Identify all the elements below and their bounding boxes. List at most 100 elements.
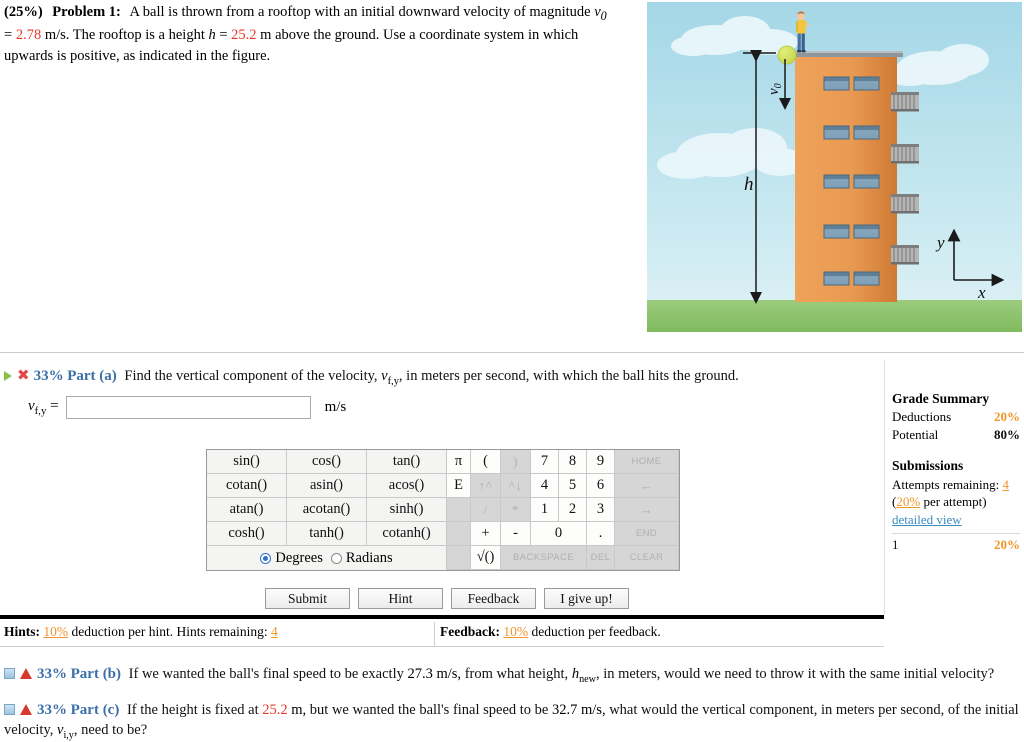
part-c-unit-ms: m/s, [581, 702, 606, 718]
keypad-fn-acos[interactable]: acos() [367, 474, 447, 498]
keypad-key-8[interactable]: 8 [559, 450, 587, 474]
v0-value: 2.78 [15, 27, 42, 44]
keypad-fn-asin[interactable]: asin() [287, 474, 367, 498]
keypad-key-sym1[interactable]: ( [471, 450, 501, 474]
keypad-key-sym28[interactable]: √() [471, 546, 501, 570]
grade-potential-row: Potential 80% [892, 426, 1020, 444]
keypad-key-2[interactable]: 2 [559, 498, 587, 522]
expand-arrow-icon[interactable] [4, 370, 12, 381]
detailed-view-link[interactable]: detailed view [892, 511, 1020, 529]
keypad-key-sym9: ^↓ [501, 474, 531, 498]
attempts-value[interactable]: 4 [1002, 477, 1009, 492]
submit-button[interactable]: Submit [265, 588, 350, 609]
ball-icon [777, 45, 797, 65]
potential-label: Potential [892, 426, 939, 442]
problem-statement: (25%) Problem 1: A ball is thrown from a… [4, 2, 618, 66]
part-c-unit-m: m, [291, 702, 307, 718]
keypad-fn-tanh[interactable]: tanh() [287, 522, 367, 546]
h-symbol: h [208, 27, 216, 44]
keypad-key-7[interactable]: 7 [531, 450, 559, 474]
radio-degrees-label: Degrees [275, 549, 323, 566]
part-b-name: Part (b) [70, 666, 122, 682]
equals-1: = [4, 27, 13, 44]
grade-column-separator [884, 360, 885, 615]
keypad-key-3[interactable]: 3 [587, 498, 615, 522]
keypad-key-sym0[interactable]: π [447, 450, 471, 474]
svg-text:x: x [977, 283, 986, 302]
keypad-key-sym15: / [471, 498, 501, 522]
part-c-percent: 33% [37, 702, 67, 718]
section-divider [0, 352, 1024, 353]
keypad-fn-sin[interactable]: sin() [207, 450, 287, 474]
answer-input[interactable] [65, 396, 311, 419]
hints-deduction-pct[interactable]: 10% [43, 624, 68, 639]
keypad-fn-sinh[interactable]: sinh() [367, 498, 447, 522]
collapse-square-icon[interactable] [4, 668, 15, 680]
keypad-key-6[interactable]: 6 [587, 474, 615, 498]
keypad-fn-acotan[interactable]: acotan() [287, 498, 367, 522]
collapse-square-icon-c[interactable] [4, 704, 15, 716]
radio-radians-label: Radians [345, 549, 393, 566]
v0-symbol: v0 [594, 4, 607, 23]
per-attempt-close: per attempt) [920, 494, 987, 510]
keypad-key-5[interactable]: 5 [559, 474, 587, 498]
keypad-fn-cosh[interactable]: cosh() [207, 522, 287, 546]
hint-button[interactable]: Hint [358, 588, 443, 609]
keypad-key-sym23[interactable]: - [501, 522, 531, 546]
keypad-key-backspace: BACKSPACE [501, 546, 587, 570]
attempts-label: Attempts remaining: [892, 476, 1000, 492]
keypad-key-1[interactable]: 1 [531, 498, 559, 522]
attempt-history-row: 1 20% [892, 533, 1020, 554]
radio-radians[interactable]: Radians [330, 549, 393, 567]
per-attempt-pct[interactable]: 20% [896, 494, 920, 509]
part-a-percent: 33% [33, 368, 64, 385]
part-c-name: Part (c) [70, 702, 120, 718]
keypad-key-sym8: ↑^ [471, 474, 501, 498]
keypad-fn-tan[interactable]: tan() [367, 450, 447, 474]
part-c-variable: vi,y [57, 721, 74, 741]
keypad-key-9[interactable]: 9 [587, 450, 615, 474]
keypad-fn-atan[interactable]: atan() [207, 498, 287, 522]
keypad-key-blank27 [447, 546, 471, 570]
hints-bottom-rule [0, 646, 884, 647]
keypad-key-sym25[interactable]: . [587, 522, 615, 546]
keypad-key-end: END [615, 522, 679, 546]
attempt-number: 1 [892, 537, 899, 553]
hints-remaining-count[interactable]: 4 [271, 624, 278, 639]
math-keypad[interactable]: sin() cos() tan() cotan() asin() acos() … [206, 449, 680, 571]
angle-mode-row: Degrees Radians [207, 546, 447, 570]
unit-ms-1: m/s. [44, 27, 70, 44]
radio-radians-dot[interactable] [330, 552, 342, 564]
h-value: 25.2 [231, 27, 257, 44]
potential-value: 80% [994, 426, 1020, 442]
feedback-info: Feedback: 10% deduction per feedback. [440, 624, 661, 640]
give-up-button[interactable]: I give up! [544, 588, 629, 609]
keypad-key-e[interactable]: E [447, 474, 471, 498]
part-a-header: ✖ 33% Part (a) Find the vertical componen… [4, 366, 874, 389]
keypad-key-sym16: * [501, 498, 531, 522]
keypad-fn-cos[interactable]: cos() [287, 450, 367, 474]
radio-degrees-dot[interactable] [260, 552, 272, 564]
keypad-fn-cotanh[interactable]: cotanh() [367, 522, 447, 546]
grade-summary-title: Grade Summary [892, 391, 990, 406]
deductions-label: Deductions [892, 409, 952, 425]
keypad-key-sym22[interactable]: + [471, 522, 501, 546]
keypad-fn-cotan[interactable]: cotan() [207, 474, 287, 498]
keypad-key-0[interactable]: 0 [531, 522, 587, 546]
feedback-deduction-pct[interactable]: 10% [503, 624, 528, 639]
feedback-button[interactable]: Feedback [451, 588, 536, 609]
deductions-value: 20% [994, 409, 1020, 425]
keypad-key-4[interactable]: 4 [531, 474, 559, 498]
problem-text-1: A ball is thrown from a rooftop with an … [129, 4, 591, 20]
keypad-numeric-grid: π() 7 8 9 HOME E ↑^ ^↓ 4 5 6 ← / * 1 2 3 → + -0. END √() BACKS… [447, 450, 679, 570]
problem-figure: v0 h y x [645, 0, 1024, 334]
part-b-text-1: If we wanted the ball's final speed to b… [128, 666, 404, 682]
warning-triangle-icon [20, 668, 32, 680]
part-b-text-2: from what height, [464, 666, 569, 682]
keypad-key-blank21 [447, 522, 471, 546]
radio-degrees[interactable]: Degrees [260, 550, 323, 567]
hints-text: deduction per hint. Hints remaining: [71, 624, 268, 639]
svg-text:h: h [744, 174, 754, 195]
problem-text-2: The rooftop is a height [72, 27, 205, 44]
answer-row: vf,y = m/s [28, 396, 346, 419]
